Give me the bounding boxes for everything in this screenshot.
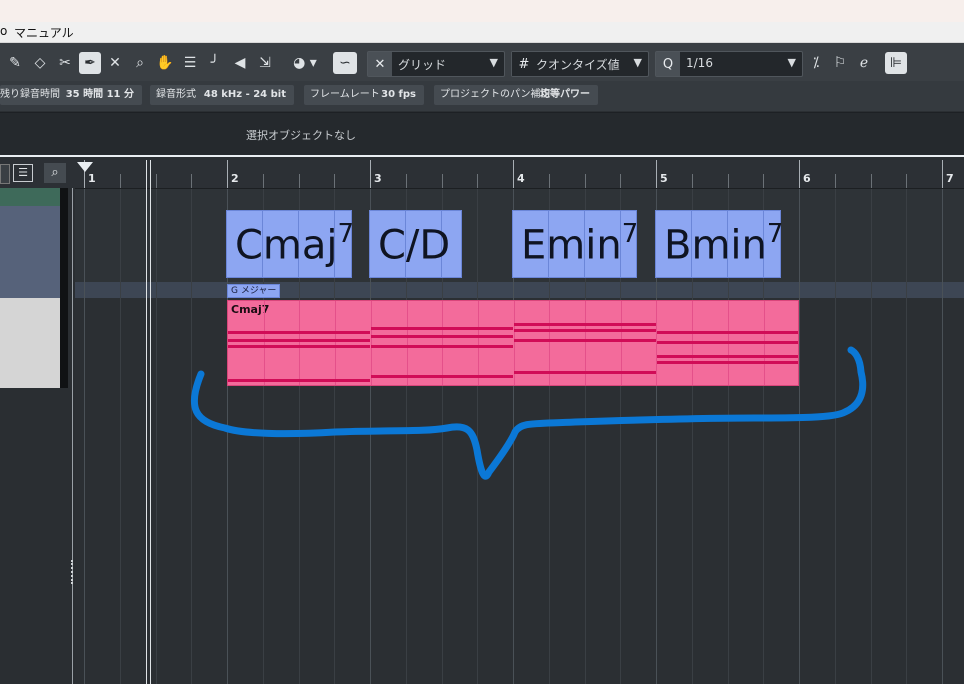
grid-type-select[interactable]: ✕ グリッド ▼ — [367, 51, 505, 77]
quantize-flag-icon[interactable]: ⚐ — [829, 52, 851, 74]
hand-icon[interactable]: ✋ — [154, 52, 176, 74]
frame-rate-info[interactable]: フレームレート 30 fps — [304, 85, 424, 105]
eraser-icon[interactable]: ◇ — [29, 52, 51, 74]
frame-rate-value: 30 fps — [381, 89, 416, 100]
quantize-type-label: クオンタイズ値 — [536, 58, 620, 72]
track-list-header: ☰ ⌕ — [0, 160, 75, 188]
quantize-q-icon: Q — [656, 52, 680, 76]
pencil-icon[interactable]: ✎ — [4, 52, 26, 74]
record-format-label: 録音形式 — [156, 89, 196, 100]
menu-bar: o マニュアル — [0, 22, 964, 43]
list-icon[interactable]: ☰ — [13, 164, 33, 182]
scale-track-header[interactable] — [0, 206, 60, 298]
comb-icon[interactable]: ☰ — [179, 52, 201, 74]
track-splitter[interactable] — [60, 188, 68, 388]
record-format-value: 48 kHz - 24 bit — [203, 89, 286, 100]
pan-law-label: プロジェクトのパン補正 — [440, 89, 551, 100]
remaining-time-label: 残り録音時間 — [0, 89, 60, 100]
toolbar: ✎ ◇ ✂ ✒ ✕ ⌕ ✋ ☰ ╯ ◀ ⇲ ◕ ▾ ∽ ✕ グリッド ▼ # ク… — [0, 43, 964, 81]
color-tool-icon[interactable]: ⇲ — [254, 52, 276, 74]
track-settings-icon[interactable] — [0, 164, 10, 184]
frame-rate-label: フレームレート — [310, 89, 380, 100]
no-selection-text: 選択オブジェクトなし — [246, 129, 356, 142]
edit-icon[interactable]: ℯ — [853, 52, 875, 74]
glue-icon[interactable]: ✒ — [79, 52, 101, 74]
hash-icon: # — [512, 52, 536, 76]
track-list: ☰ ⌕ — [0, 160, 75, 684]
annotation-brace — [190, 346, 867, 480]
menu-item-partial[interactable]: o — [0, 24, 7, 38]
info-line: 残り録音時間 35 時間 11 分 録音形式 48 kHz - 24 bit フ… — [0, 81, 964, 111]
color-menu-icon[interactable]: ◕ ▾ — [285, 52, 325, 74]
quantize-value-select[interactable]: Q 1/16 ▼ — [655, 51, 803, 77]
align-icon[interactable]: ⊫ — [885, 52, 907, 74]
menu-item-manual[interactable]: マニュアル — [14, 24, 74, 41]
quantize-type-select[interactable]: # クオンタイズ値 ▼ — [511, 51, 649, 77]
pan-law-info[interactable]: プロジェクトのパン補正 均等パワー — [434, 85, 598, 105]
iterative-quantize-icon[interactable]: ⁒ — [805, 52, 827, 74]
record-format-info[interactable]: 録音形式 48 kHz - 24 bit — [150, 85, 294, 105]
remaining-time-value: 35 時間 11 分 — [65, 89, 134, 100]
remaining-time-info: 残り録音時間 35 時間 11 分 — [0, 85, 142, 105]
divider — [0, 155, 964, 157]
title-bar — [0, 0, 964, 22]
chevron-down-icon: ▼ — [787, 56, 796, 69]
info-line-selection: 選択オブジェクトなし — [0, 112, 964, 155]
chord-track-header[interactable] — [0, 188, 60, 206]
arrange-window: 1234567 Cmaj7 C/D Emin7 Bmin7 G メジャー Cma… — [75, 160, 964, 684]
quantize-value-label: 1/16 — [686, 56, 713, 70]
pan-law-value: 均等パワー — [540, 89, 590, 100]
chevron-down-icon: ▼ — [633, 56, 642, 69]
mute-x-icon[interactable]: ✕ — [104, 52, 126, 74]
grid-type-label: グリッド — [398, 58, 447, 72]
speaker-icon[interactable]: ◀ — [229, 52, 251, 74]
instrument-track-header[interactable] — [0, 298, 60, 388]
panel-divider[interactable] — [72, 188, 73, 684]
chevron-down-icon: ▼ — [489, 56, 498, 69]
snap-icon: ✕ — [368, 52, 392, 76]
scissors-icon[interactable]: ✂ — [54, 52, 76, 74]
line-icon[interactable]: ╯ — [204, 52, 226, 74]
zoom-icon[interactable]: ⌕ — [129, 52, 151, 74]
search-icon[interactable]: ⌕ — [44, 163, 66, 183]
snap-toggle-icon[interactable]: ∽ — [333, 52, 357, 74]
